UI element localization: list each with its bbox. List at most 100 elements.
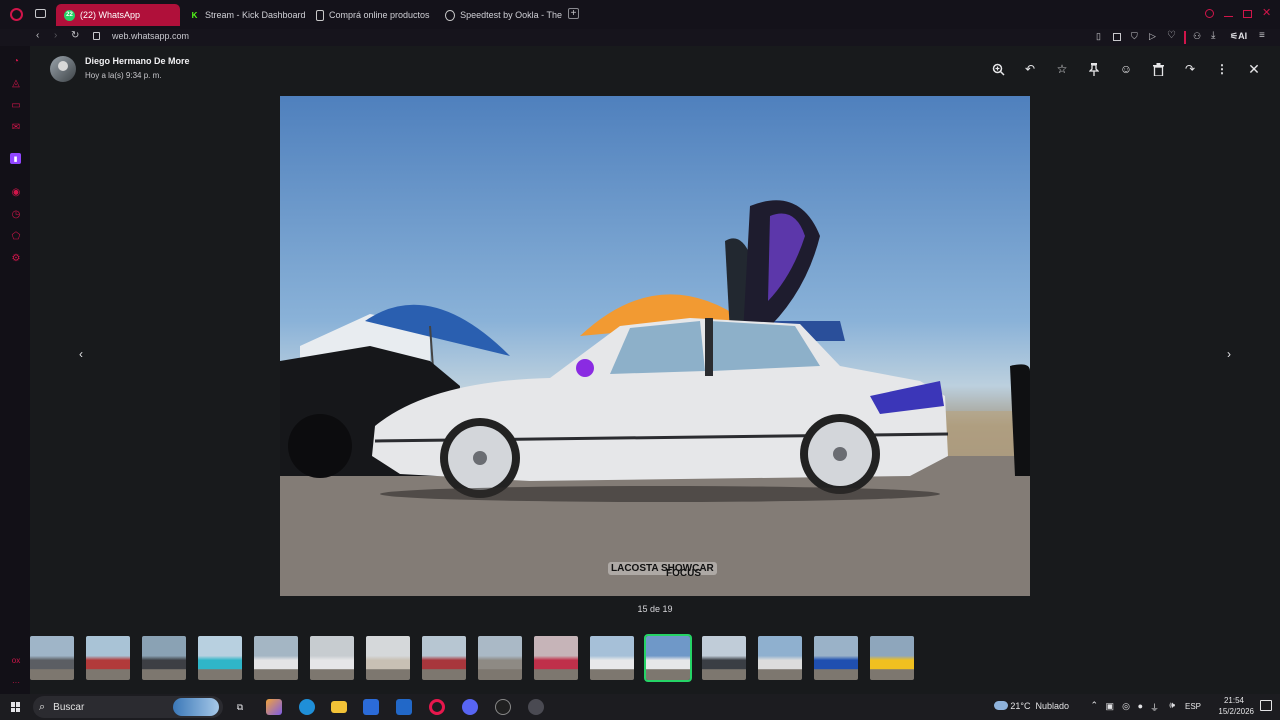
pin-icon[interactable] [1085, 60, 1103, 78]
thumbnail-item[interactable] [478, 636, 522, 680]
player-sidebar-icon[interactable]: ◉ [10, 186, 22, 198]
sidebar-dots-icon[interactable]: ··· [10, 676, 22, 688]
divider [1184, 31, 1186, 44]
thumbnail-item[interactable] [86, 636, 130, 680]
forward-icon[interactable]: ↷ [1181, 60, 1199, 78]
search-icon: ⌕ [39, 700, 46, 713]
aria-ai-button[interactable]: ⚟AI [1230, 31, 1247, 42]
thumbnail-item[interactable] [198, 636, 242, 680]
back-icon[interactable]: ‹ [36, 30, 39, 41]
thumbnail-item[interactable] [702, 636, 746, 680]
thumbnail-item[interactable] [814, 636, 858, 680]
emoji-icon[interactable]: ☺ [1117, 60, 1135, 78]
delete-icon[interactable] [1149, 60, 1167, 78]
settings-icon[interactable]: ⚙ [10, 252, 22, 264]
thumbnail-item[interactable] [30, 636, 74, 680]
taskbar-search[interactable]: ⌕ Buscar [33, 696, 223, 718]
heart-icon[interactable]: ♡ [1167, 30, 1176, 41]
message-timestamp: Hoy a la(s) 9:34 p. m. [85, 71, 162, 80]
notification-icon[interactable] [1260, 700, 1272, 711]
app-icon[interactable] [528, 699, 544, 715]
chevron-up-icon[interactable]: ⌃ [1090, 700, 1098, 711]
browser-tab-strip: 22 (22) WhatsApp K Stream - Kick Dashboa… [0, 0, 1280, 29]
discord-icon[interactable] [462, 699, 478, 715]
thumbnail-item[interactable] [758, 636, 802, 680]
twitch-icon[interactable]: ▮ [10, 153, 21, 164]
shield-icon[interactable]: ⛉ [1131, 31, 1138, 42]
sidebar-more-icon[interactable]: ox [10, 654, 22, 666]
thumbnail-item[interactable] [310, 636, 354, 680]
thumbnail-item[interactable] [534, 636, 578, 680]
start-icon[interactable] [11, 702, 21, 712]
crypto-wallet-icon[interactable]: ◬ [10, 77, 22, 89]
reply-icon[interactable]: ↶ [1021, 60, 1039, 78]
whatsapp-icon: 22 [64, 9, 75, 21]
store-icon[interactable] [363, 699, 379, 715]
minimize-icon[interactable] [1224, 16, 1233, 17]
lock-icon[interactable] [93, 32, 100, 40]
clock-time[interactable]: 21:54 [1224, 696, 1244, 705]
obs-icon[interactable] [495, 699, 511, 715]
messenger-icon[interactable]: ▭ [10, 99, 22, 111]
dolphin-icon [173, 698, 219, 716]
restore-icon[interactable] [1243, 10, 1252, 18]
tab-whatsapp[interactable]: 22 (22) WhatsApp [56, 4, 180, 26]
weather-icon[interactable] [994, 701, 1008, 710]
avatar[interactable] [50, 56, 76, 82]
extensions-icon[interactable]: ⬠ [10, 230, 22, 242]
bookmark-icon[interactable]: ▯ [1096, 31, 1101, 42]
usb-icon[interactable]: ⏚ [1150, 701, 1159, 714]
thumbnail-item[interactable] [422, 636, 466, 680]
forward-icon[interactable]: › [54, 30, 57, 41]
media-counter: 15 de 19 [637, 604, 673, 614]
player-icon[interactable]: ▷ [1149, 31, 1156, 42]
star-icon[interactable]: ☆ [1053, 60, 1071, 78]
sender-name: Diego Hermano De More [85, 56, 190, 66]
microphone-icon[interactable]: ● [1138, 701, 1143, 711]
opera-icon[interactable] [429, 699, 445, 715]
mail-icon[interactable] [396, 699, 412, 715]
tab-compra[interactable]: Comprá online productos [308, 4, 433, 26]
task-view-icon[interactable]: ⧉ [232, 699, 248, 715]
clock-date[interactable]: 15/2/2026 [1218, 707, 1254, 716]
tray-icon-2[interactable]: ◎ [1122, 701, 1130, 712]
next-media-button[interactable]: › [1221, 346, 1237, 362]
edge-icon[interactable] [299, 699, 315, 715]
weather-text[interactable]: 21°C Nublado [1010, 701, 1069, 711]
url-field[interactable]: web.whatsapp.com [112, 31, 189, 41]
thumbnail-item[interactable] [590, 636, 634, 680]
search-tabs-icon[interactable] [1205, 9, 1214, 18]
gmail-icon[interactable]: ✉ [10, 121, 22, 133]
tab-label: Comprá online productos [329, 10, 430, 20]
copilot-icon[interactable] [266, 699, 282, 715]
volume-icon[interactable]: 🕪 [1169, 700, 1175, 711]
tab-overview-icon[interactable] [35, 9, 46, 18]
more-icon[interactable]: ⋮ [1213, 60, 1231, 78]
thumbnail-item[interactable] [366, 636, 410, 680]
close-window-icon[interactable]: ✕ [1262, 6, 1271, 19]
thumbnail-item[interactable] [644, 634, 692, 682]
previous-media-button[interactable]: ‹ [73, 346, 89, 362]
profile-icon[interactable]: ⚇ [1193, 31, 1201, 42]
thumbnail-item[interactable] [254, 636, 298, 680]
tab-speedtest[interactable]: Speedtest by Ookla - The [437, 4, 562, 26]
opera-sidebar: ◔ ◬ ▭ ✉ ▮ ◉ ◷ ⬠ ⚙ ox ··· [0, 46, 30, 694]
opera-logo-icon[interactable] [10, 8, 23, 21]
new-tab-icon[interactable]: + [568, 8, 579, 19]
reload-icon[interactable]: ↻ [71, 30, 79, 41]
close-icon[interactable]: ✕ [1245, 60, 1263, 78]
aria-icon[interactable]: ◔ [10, 55, 22, 67]
snapshot-icon[interactable] [1113, 33, 1121, 41]
thumbnail-item[interactable] [870, 636, 914, 680]
menu-icon[interactable]: ≡ [1259, 30, 1265, 41]
download-icon[interactable]: ⤓ [1211, 30, 1215, 41]
tray-icon-1[interactable]: ▣ [1105, 701, 1114, 712]
language-indicator[interactable]: ESP [1185, 702, 1201, 711]
history-icon[interactable]: ◷ [10, 208, 22, 220]
thumbnail-item[interactable] [142, 636, 186, 680]
tab-kick[interactable]: K Stream - Kick Dashboard [181, 4, 306, 26]
file-explorer-icon[interactable] [331, 701, 347, 713]
zoom-in-icon[interactable] [989, 60, 1007, 78]
media-photo[interactable]: LACOSTA SHOWCAR FOCUS [280, 96, 1030, 596]
tab-badge: 22 [66, 12, 73, 18]
